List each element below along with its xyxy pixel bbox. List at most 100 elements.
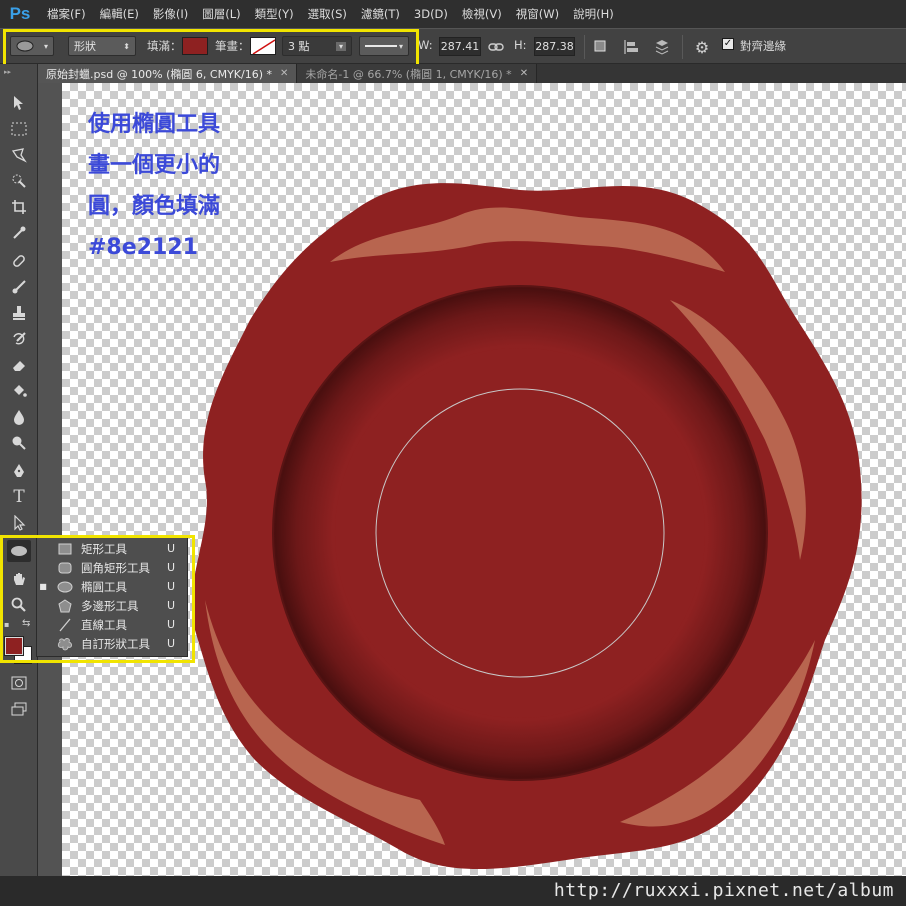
width-label: W: xyxy=(418,38,433,52)
flyout-shortcut: U xyxy=(166,561,175,574)
align-edges-label: 對齊邊緣 xyxy=(740,39,786,53)
tools-panel: ▸▸ T ▪ ⇆ xyxy=(0,64,38,906)
brush-tool[interactable] xyxy=(7,276,31,298)
menu-3d[interactable]: 3D(D) xyxy=(407,0,455,28)
document-tabs: 原始封蠟.psd @ 100% (橢圓 6, CMYK/16) * ✕ 未命名-… xyxy=(38,64,906,83)
menu-view[interactable]: 檢視(V) xyxy=(455,0,509,28)
crop-tool[interactable] xyxy=(7,196,31,218)
marquee-tool[interactable] xyxy=(7,118,31,140)
menu-help[interactable]: 說明(H) xyxy=(566,0,621,28)
flyout-item-polygon[interactable]: 多邊形工具 U xyxy=(37,596,189,615)
move-tool[interactable] xyxy=(7,92,31,114)
paint-bucket-tool[interactable] xyxy=(7,380,31,402)
flyout-item-line[interactable]: 直線工具 U xyxy=(37,615,189,634)
lasso-tool[interactable] xyxy=(7,144,31,166)
menu-file[interactable]: 檔案(F) xyxy=(40,0,93,28)
tab-document-active[interactable]: 原始封蠟.psd @ 100% (橢圓 6, CMYK/16) * ✕ xyxy=(38,64,298,83)
zoom-tool[interactable] xyxy=(7,594,31,616)
flyout-shortcut: U xyxy=(166,580,175,593)
watermark-bar: http://ruxxxi.pixnet.net/album xyxy=(0,876,906,906)
annotation-line-1: 使用橢圓工具 xyxy=(88,112,221,137)
hand-tool[interactable] xyxy=(7,568,31,590)
ellipse-tool[interactable] xyxy=(7,540,31,562)
flyout-item-label: 矩形工具 xyxy=(81,541,127,556)
annotation-line-2: 畫一個更小的 xyxy=(88,153,221,178)
tool-preset-picker[interactable]: ▾ xyxy=(10,36,54,56)
solid-line-icon xyxy=(365,45,397,47)
dodge-tool[interactable] xyxy=(7,432,31,454)
photoshop-logo: Ps xyxy=(9,4,31,23)
close-icon[interactable]: ✕ xyxy=(520,68,528,79)
close-icon[interactable]: ✕ xyxy=(280,68,288,79)
tool-mode-select[interactable]: 形狀 ⬍ xyxy=(68,36,136,56)
menu-window[interactable]: 視窗(W) xyxy=(509,0,566,28)
height-field[interactable]: 287.38 xyxy=(534,37,575,56)
tool-mode-value: 形狀 xyxy=(74,40,96,53)
rounded-rectangle-icon xyxy=(57,561,73,575)
path-arrangement-icon[interactable] xyxy=(652,37,672,57)
fill-label: 填滿： xyxy=(147,39,182,53)
watermark-text: http://ruxxxi.pixnet.net/album xyxy=(553,880,894,901)
history-brush-tool[interactable] xyxy=(7,328,31,350)
menu-layer[interactable]: 圖層(L) xyxy=(195,0,247,28)
polygon-icon xyxy=(57,598,73,613)
flyout-item-label: 多邊形工具 xyxy=(81,598,139,613)
flyout-shortcut: U xyxy=(166,599,175,612)
custom-shape-icon xyxy=(57,637,73,651)
align-edges-checkbox[interactable]: ✓ xyxy=(722,38,734,50)
line-icon xyxy=(57,618,73,632)
foreground-color-swatch[interactable] xyxy=(4,636,24,656)
no-color-icon xyxy=(252,39,275,54)
swap-colors-icon[interactable]: ⇆ xyxy=(22,618,30,629)
flyout-item-rectangle[interactable]: 矩形工具 U xyxy=(37,539,189,558)
eyedropper-tool[interactable] xyxy=(7,222,31,244)
default-colors-icon[interactable]: ▪ xyxy=(4,620,9,629)
seal-inner-disc xyxy=(335,348,705,718)
path-alignment-icon[interactable] xyxy=(621,37,641,57)
stroke-label: 筆畫： xyxy=(215,39,250,53)
flyout-item-rounded-rectangle[interactable]: 圓角矩形工具 U xyxy=(37,558,189,577)
menu-type[interactable]: 類型(Y) xyxy=(248,0,301,28)
options-bar: ▾ 形狀 ⬍ 填滿： 筆畫： 3 點 ▾ ▾ W: 287.41 H: 287.… xyxy=(0,28,906,64)
tab-label: 原始封蠟.psd @ 100% (橢圓 6, CMYK/16) * xyxy=(46,67,273,81)
pen-tool[interactable] xyxy=(7,460,31,482)
eraser-tool[interactable] xyxy=(7,354,31,376)
clone-stamp-tool[interactable] xyxy=(7,302,31,324)
quick-selection-tool[interactable] xyxy=(7,170,31,192)
menu-filter[interactable]: 濾鏡(T) xyxy=(354,0,407,28)
menu-edit[interactable]: 編輯(E) xyxy=(93,0,146,28)
gear-icon[interactable]: ⚙ xyxy=(692,37,712,57)
menu-select[interactable]: 選取(S) xyxy=(301,0,354,28)
flyout-item-custom-shape[interactable]: 自訂形狀工具 U xyxy=(37,634,189,653)
path-operations-icon[interactable] xyxy=(591,37,611,57)
flyout-item-label: 橢圓工具 xyxy=(81,579,127,594)
blur-tool[interactable] xyxy=(7,406,31,428)
shape-tools-flyout: 矩形工具 U 圓角矩形工具 U ■ 橢圓工具 U 多邊形工具 U 直線工具 U xyxy=(36,537,188,657)
healing-brush-tool[interactable] xyxy=(7,250,31,272)
flyout-item-label: 自訂形狀工具 xyxy=(81,636,150,651)
stroke-color-swatch[interactable] xyxy=(250,37,276,55)
type-tool[interactable]: T xyxy=(7,486,31,508)
flyout-item-ellipse[interactable]: ■ 橢圓工具 U xyxy=(37,577,189,596)
annotation-line-4: #8e2121 xyxy=(88,235,198,260)
panel-grip: ▸▸ xyxy=(4,68,12,76)
path-selection-tool[interactable] xyxy=(7,512,31,534)
quick-mask-icon[interactable] xyxy=(7,672,31,694)
stroke-size-value: 3 點 xyxy=(288,40,310,53)
tab-document-untitled[interactable]: 未命名-1 @ 66.7% (橢圓 1, CMYK/16) * ✕ xyxy=(297,64,538,83)
flyout-shortcut: U xyxy=(166,618,175,631)
photoshop-window: Ps 檔案(F) 編輯(E) 影像(I) 圖層(L) 類型(Y) 選取(S) 濾… xyxy=(0,0,906,906)
menu-bar: Ps 檔案(F) 編輯(E) 影像(I) 圖層(L) 類型(Y) 選取(S) 濾… xyxy=(0,0,906,28)
width-field[interactable]: 287.41 xyxy=(439,37,481,56)
screen-mode-icon[interactable] xyxy=(7,698,31,720)
stroke-size-field[interactable]: 3 點 ▾ xyxy=(282,36,352,56)
stroke-type-select[interactable]: ▾ xyxy=(359,36,409,56)
flyout-shortcut: U xyxy=(166,542,175,555)
ellipse-icon xyxy=(16,40,34,52)
link-icon[interactable] xyxy=(486,37,506,57)
flyout-item-label: 直線工具 xyxy=(81,617,127,632)
flyout-item-label: 圓角矩形工具 xyxy=(81,560,150,575)
menu-image[interactable]: 影像(I) xyxy=(146,0,195,28)
fill-color-swatch[interactable] xyxy=(182,37,208,55)
tab-label: 未命名-1 @ 66.7% (橢圓 1, CMYK/16) * xyxy=(305,67,512,81)
